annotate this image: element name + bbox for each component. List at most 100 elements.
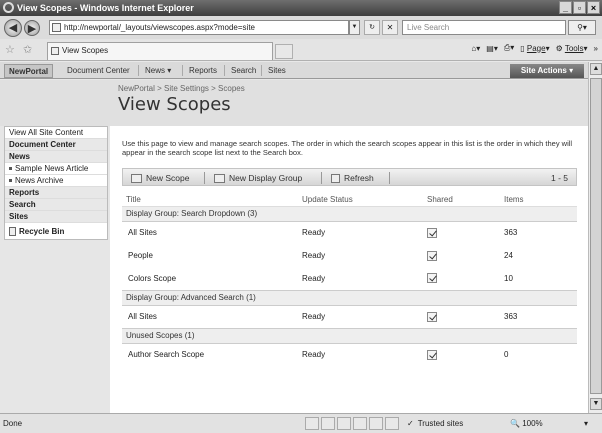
scroll-down-icon[interactable]: ▼	[590, 398, 602, 410]
page-header: NewPortal > Site Settings > Scopes View …	[0, 80, 588, 126]
nav-recycle-bin[interactable]: Recycle Bin	[5, 223, 107, 239]
group-label: Unused Scopes (1)	[122, 327, 577, 344]
address-dropdown-icon[interactable]: ▼	[349, 20, 360, 35]
main-content: Use this page to view and manage search …	[110, 126, 588, 413]
topnav-newportal[interactable]: NewPortal	[4, 64, 54, 78]
scope-title-link[interactable]: Colors Scope	[122, 267, 298, 290]
shared-cell	[423, 267, 500, 290]
topnav-document-center[interactable]: Document Center	[63, 64, 134, 78]
status-bar: Done ✓ Trusted sites 🔍 100% ▾	[0, 413, 602, 433]
group-label: Display Group: Advanced Search (1)	[122, 289, 577, 306]
page-icon	[52, 23, 61, 32]
back-button[interactable]: ◀	[4, 19, 22, 37]
address-bar[interactable]: http://newportal/_layouts/viewscopes.asp…	[49, 20, 349, 35]
nav-search[interactable]: Search	[5, 199, 107, 211]
update-status: Ready	[302, 228, 326, 238]
items-count: 363	[504, 312, 518, 321]
nav-sample-news-article[interactable]: Sample News Article	[5, 163, 107, 175]
refresh-icon[interactable]: ↻	[364, 20, 380, 35]
scope-title-link[interactable]: All Sites	[122, 305, 298, 328]
tab-view-scopes[interactable]: View Scopes	[47, 42, 273, 60]
column-update-status[interactable]: Update Status	[298, 194, 423, 207]
site-actions-menu[interactable]: Site Actions ▾	[510, 64, 584, 78]
page-menu[interactable]: ▯ Page▾	[520, 44, 549, 53]
address-toolbar: ◀ ▶ http://newportal/_layouts/viewscopes…	[0, 16, 602, 39]
maximize-button[interactable]: ▫	[573, 1, 586, 14]
minimize-button[interactable]: _	[559, 1, 572, 14]
zoom-level[interactable]: 🔍 100%	[510, 419, 543, 428]
recycle-bin-icon	[9, 226, 16, 236]
update-status: Ready	[302, 350, 326, 360]
refresh-button[interactable]: Refresh	[331, 171, 374, 185]
update-status: Ready	[302, 251, 326, 260]
table-row: Colors Scope Ready 10	[122, 267, 577, 290]
column-title[interactable]: Title	[122, 194, 298, 207]
group-header: Display Group: Advanced Search (1)	[122, 289, 577, 306]
topnav-reports[interactable]: Reports	[185, 64, 221, 78]
security-zone[interactable]: ✓ Trusted sites	[407, 419, 463, 428]
quick-launch: View All Site Content Document Center Ne…	[4, 126, 108, 240]
status-text: Done	[3, 419, 23, 428]
page-description: Use this page to view and manage search …	[122, 139, 573, 157]
window-controls: _ ▫ ×	[559, 1, 600, 14]
home-icon[interactable]: ⌂▾	[471, 44, 480, 53]
command-bar: ⌂▾ ▤▾ ⎙▾ ▯ Page▾ ⚙ Tools▾ »	[471, 43, 598, 53]
forward-button[interactable]: ▶	[24, 20, 40, 36]
topnav-news[interactable]: News ▾	[141, 64, 175, 78]
topnav-search[interactable]: Search	[227, 64, 260, 78]
sharepoint-top-nav: NewPortal Document Center News ▾ Reports…	[0, 62, 588, 79]
nav-document-center[interactable]: Document Center	[5, 139, 107, 151]
close-button[interactable]: ×	[587, 1, 600, 14]
window-title-bar: View Scopes - Windows Internet Explorer …	[0, 0, 602, 16]
scroll-up-icon[interactable]: ▲	[590, 63, 602, 75]
topnav-sites[interactable]: Sites	[264, 64, 290, 78]
search-icon[interactable]: ⚲▾	[568, 20, 596, 35]
nav-news[interactable]: News	[5, 151, 107, 163]
status-pane	[321, 417, 335, 430]
new-display-group-button[interactable]: New Display Group	[214, 171, 302, 185]
new-tab-button[interactable]	[275, 44, 293, 59]
new-scope-button[interactable]: New Scope	[131, 171, 189, 185]
stop-icon[interactable]: ✕	[382, 20, 398, 35]
table-row: All Sites Ready 363	[122, 305, 577, 328]
list-toolbar: New Scope New Display Group Refresh 1 - …	[122, 168, 577, 186]
tools-menu[interactable]: ⚙ Tools▾	[556, 44, 588, 53]
chevron-more-icon[interactable]: »	[594, 44, 598, 53]
bullet-icon	[9, 167, 12, 171]
table-row: People Ready 24	[122, 244, 577, 267]
vertical-scrollbar[interactable]: ▲ ▼	[588, 62, 602, 414]
nav-reports[interactable]: Reports	[5, 187, 107, 199]
feeds-icon[interactable]: ▤▾	[486, 44, 498, 53]
update-status: Ready	[302, 312, 326, 321]
update-status: Ready	[302, 273, 326, 283]
scroll-thumb[interactable]	[590, 78, 602, 394]
nav-sites[interactable]: Sites	[5, 211, 107, 223]
scope-title-link[interactable]: People	[122, 244, 298, 267]
shared-cell	[423, 305, 500, 328]
column-items[interactable]: Items	[500, 194, 577, 207]
zoom-dropdown-icon[interactable]: ▾	[584, 419, 588, 428]
scope-title-link[interactable]: Author Search Scope	[122, 343, 298, 366]
nav-news-archive[interactable]: News Archive	[5, 175, 107, 187]
print-icon[interactable]: ⎙▾	[504, 43, 514, 53]
items-count: 363	[504, 228, 518, 238]
trusted-sites-icon: ✓	[407, 419, 414, 428]
view-all-site-content-link[interactable]: View All Site Content	[5, 127, 107, 139]
status-pane	[385, 417, 399, 430]
shared-cell	[423, 221, 500, 244]
paging-indicator: 1 - 5	[550, 173, 568, 183]
page-title: View Scopes	[118, 94, 231, 115]
group-label: Display Group: Search Dropdown (3)	[122, 205, 577, 222]
add-favorites-icon[interactable]: ✩	[23, 43, 32, 56]
favorites-star-icon[interactable]: ☆	[5, 43, 15, 56]
items-count: 24	[504, 251, 513, 260]
status-pane	[337, 417, 351, 430]
search-input[interactable]: Live Search	[402, 20, 566, 35]
nav-divider	[224, 65, 225, 76]
scope-title-link[interactable]: All Sites	[122, 221, 298, 244]
items-count: 10	[504, 273, 513, 283]
column-shared[interactable]: Shared	[423, 194, 500, 207]
toolbar-divider	[389, 172, 390, 184]
scopes-table: Title Update Status Shared Items Display…	[122, 194, 577, 366]
status-panes	[305, 417, 399, 430]
